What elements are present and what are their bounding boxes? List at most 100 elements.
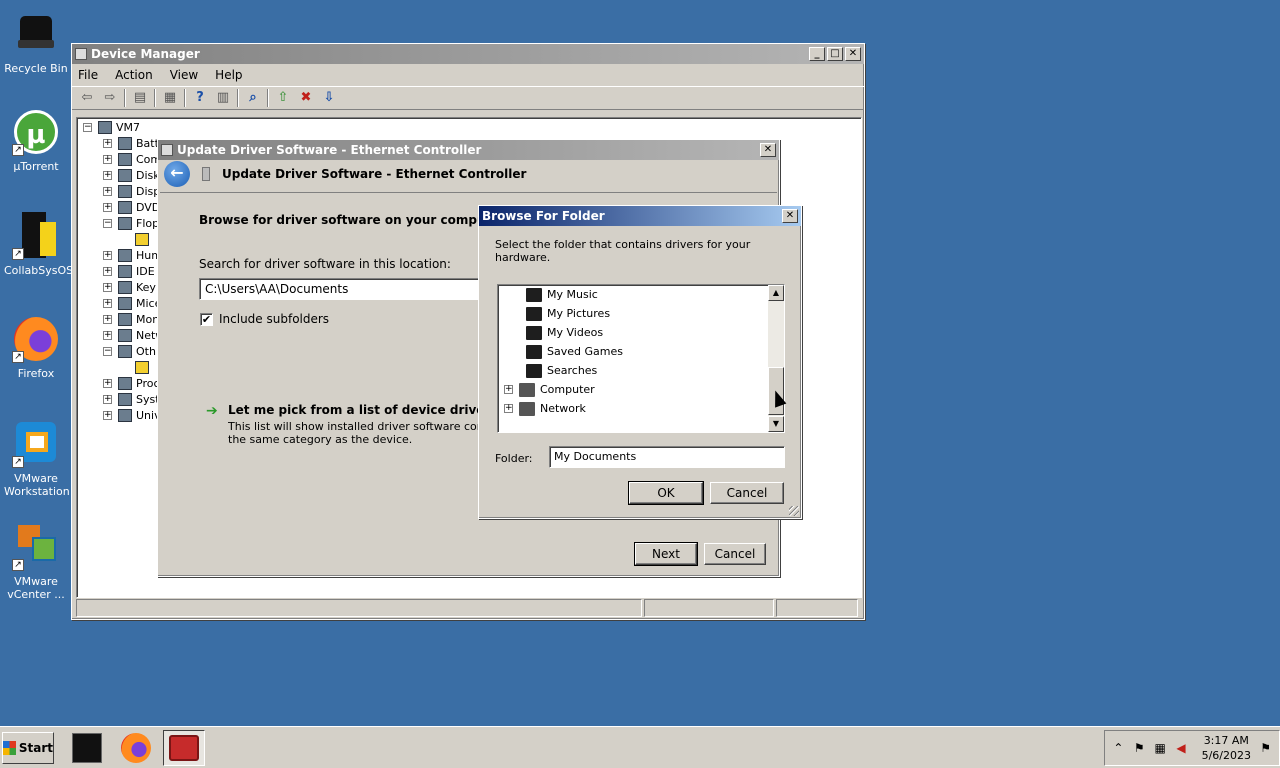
menu-help[interactable]: Help bbox=[215, 68, 242, 82]
include-subfolders-label: Include subfolders bbox=[219, 312, 330, 326]
folder-item[interactable]: My Pictures bbox=[526, 304, 610, 323]
wizard-header: ← Update Driver Software - Ethernet Cont… bbox=[158, 160, 779, 188]
tree-item[interactable]: + Syst bbox=[103, 391, 160, 407]
hid-icon bbox=[118, 248, 132, 262]
view-icon[interactable]: ▥ bbox=[214, 90, 232, 106]
volume-muted-icon[interactable]: ◀ bbox=[1174, 740, 1189, 756]
show-hide-tree-icon[interactable]: ▤ bbox=[131, 90, 149, 106]
help-icon[interactable]: ? bbox=[191, 90, 209, 106]
tree-item[interactable] bbox=[135, 231, 153, 247]
tree-item[interactable]: + Key bbox=[103, 279, 156, 295]
scan-hardware-icon[interactable]: ⌕ bbox=[244, 90, 262, 106]
include-subfolders-row[interactable]: ✔ Include subfolders bbox=[200, 312, 329, 326]
processor-icon bbox=[118, 376, 132, 390]
close-button[interactable]: ✕ bbox=[845, 47, 861, 61]
usb-icon bbox=[118, 408, 132, 422]
recycle-bin-icon bbox=[12, 10, 60, 58]
expand-icon[interactable]: + bbox=[504, 385, 513, 394]
menu-bar: File Action View Help bbox=[72, 64, 864, 86]
menu-action[interactable]: Action bbox=[115, 68, 153, 82]
ok-button[interactable]: OK bbox=[628, 481, 704, 505]
clock[interactable]: 3:17 AM 5/6/2023 bbox=[1198, 733, 1254, 763]
tree-item[interactable] bbox=[135, 359, 153, 375]
clock-date: 5/6/2023 bbox=[1201, 749, 1251, 762]
mouse-icon bbox=[118, 296, 132, 310]
dvd-icon bbox=[118, 200, 132, 214]
tree-item[interactable]: + Netw bbox=[103, 327, 164, 343]
desktop-icon-vmware-vcenter[interactable]: ↗ VMware vCenter ... bbox=[4, 523, 68, 601]
desktop-icon-utorrent[interactable]: µ ↗ µTorrent bbox=[4, 108, 68, 173]
show-hidden-icons-icon[interactable]: ⌃ bbox=[1111, 740, 1126, 756]
pick-from-list-link[interactable]: Let me pick from a list of device driver… bbox=[228, 403, 480, 417]
device-manager-titlebar[interactable]: Device Manager _ □ ✕ bbox=[72, 44, 864, 64]
tree-item[interactable]: + DVD bbox=[103, 199, 160, 215]
start-button[interactable]: Start bbox=[2, 732, 54, 764]
tree-item[interactable]: + Com bbox=[103, 151, 161, 167]
menu-file[interactable]: File bbox=[78, 68, 98, 82]
scroll-down-button[interactable]: ▼ bbox=[768, 416, 784, 432]
searches-folder-icon bbox=[526, 363, 542, 378]
taskbar-app-collabsysos[interactable] bbox=[66, 730, 108, 766]
tree-item[interactable]: + Disk bbox=[103, 167, 160, 183]
tree-item[interactable]: + Hum bbox=[103, 247, 162, 263]
folder-item[interactable]: Saved Games bbox=[526, 342, 623, 361]
tree-item[interactable]: + Univ bbox=[103, 407, 161, 423]
cancel-button[interactable]: Cancel bbox=[710, 482, 784, 504]
tree-item[interactable]: + Disp bbox=[103, 183, 160, 199]
tree-item[interactable]: + IDE bbox=[103, 263, 155, 279]
desktop-icon-label: µTorrent bbox=[13, 160, 59, 173]
cancel-button[interactable]: Cancel bbox=[704, 543, 766, 565]
desktop-icon-vmware-workstation[interactable]: ↗ VMware Workstation bbox=[4, 420, 70, 498]
folder-input[interactable]: My Documents bbox=[549, 446, 785, 468]
driver-path-input[interactable]: C:\Users\AA\Documents bbox=[199, 278, 479, 300]
minimize-button[interactable]: _ bbox=[809, 47, 825, 61]
window-icon bbox=[161, 144, 173, 156]
tree-item[interactable]: + Proc bbox=[103, 375, 160, 391]
uninstall-icon[interactable]: ✖ bbox=[297, 90, 315, 106]
tree-item[interactable]: + Mon bbox=[103, 311, 159, 327]
firefox-icon bbox=[121, 733, 151, 763]
back-arrow-icon[interactable]: ← bbox=[164, 161, 190, 187]
tree-item[interactable]: + Batt bbox=[103, 135, 159, 151]
forward-arrow-icon[interactable]: ⇨ bbox=[101, 90, 119, 106]
browse-for-folder-dialog[interactable]: Browse For Folder ✕ Select the folder th… bbox=[478, 205, 802, 519]
include-subfolders-checkbox[interactable]: ✔ bbox=[200, 312, 213, 326]
properties-icon[interactable]: ▦ bbox=[161, 90, 179, 106]
maximize-button[interactable]: □ bbox=[827, 47, 843, 61]
folder-item[interactable]: My Music bbox=[526, 285, 598, 304]
next-button[interactable]: Next bbox=[634, 542, 698, 566]
folder-item[interactable]: + Network bbox=[504, 399, 586, 418]
menu-view[interactable]: View bbox=[170, 68, 198, 82]
tree-root[interactable]: − VM7 bbox=[83, 119, 140, 135]
instruction-text: Select the folder that contains drivers … bbox=[495, 238, 751, 264]
resize-grip-icon[interactable] bbox=[789, 506, 799, 516]
taskbar-app-device-manager[interactable] bbox=[163, 730, 205, 766]
firefox-icon: ↗ bbox=[12, 315, 60, 363]
close-button[interactable]: ✕ bbox=[782, 209, 798, 223]
collapse-icon[interactable]: − bbox=[83, 122, 92, 132]
tree-item[interactable]: + Mice bbox=[103, 295, 161, 311]
close-button[interactable]: ✕ bbox=[760, 143, 776, 157]
scroll-up-button[interactable]: ▲ bbox=[768, 285, 784, 301]
action-center-icon[interactable]: ⚑ bbox=[1258, 740, 1273, 756]
vertical-scrollbar[interactable]: ▲ ▼ bbox=[768, 285, 784, 432]
back-arrow-icon[interactable]: ⇦ bbox=[78, 90, 96, 106]
folder-item[interactable]: My Videos bbox=[526, 323, 603, 342]
tree-item[interactable]: − Oth bbox=[103, 343, 156, 359]
flag-icon[interactable]: ⚑ bbox=[1132, 740, 1147, 756]
folder-tree[interactable]: My Music My Pictures My Videos Saved Gam… bbox=[497, 284, 785, 433]
expand-icon[interactable]: + bbox=[504, 404, 513, 413]
desktop-icon-recycle-bin[interactable]: Recycle Bin bbox=[4, 10, 68, 75]
desktop-icon-firefox[interactable]: ↗ Firefox bbox=[4, 315, 68, 380]
taskbar-app-firefox[interactable] bbox=[115, 730, 157, 766]
browse-folder-titlebar[interactable]: Browse For Folder ✕ bbox=[479, 206, 801, 226]
tree-item[interactable]: − Flop bbox=[103, 215, 159, 231]
disable-device-icon[interactable]: ⇩ bbox=[320, 90, 338, 106]
folder-item[interactable]: Searches bbox=[526, 361, 597, 380]
window-title: Update Driver Software - Ethernet Contro… bbox=[177, 143, 482, 157]
update-driver-icon[interactable]: ⇧ bbox=[274, 90, 292, 106]
network-tray-icon[interactable]: ▦ bbox=[1153, 740, 1168, 756]
desktop-icon-collabsysos[interactable]: ↗ CollabSysOS bbox=[4, 212, 73, 277]
update-driver-titlebar[interactable]: Update Driver Software - Ethernet Contro… bbox=[158, 140, 779, 160]
folder-item[interactable]: + Computer bbox=[504, 380, 595, 399]
